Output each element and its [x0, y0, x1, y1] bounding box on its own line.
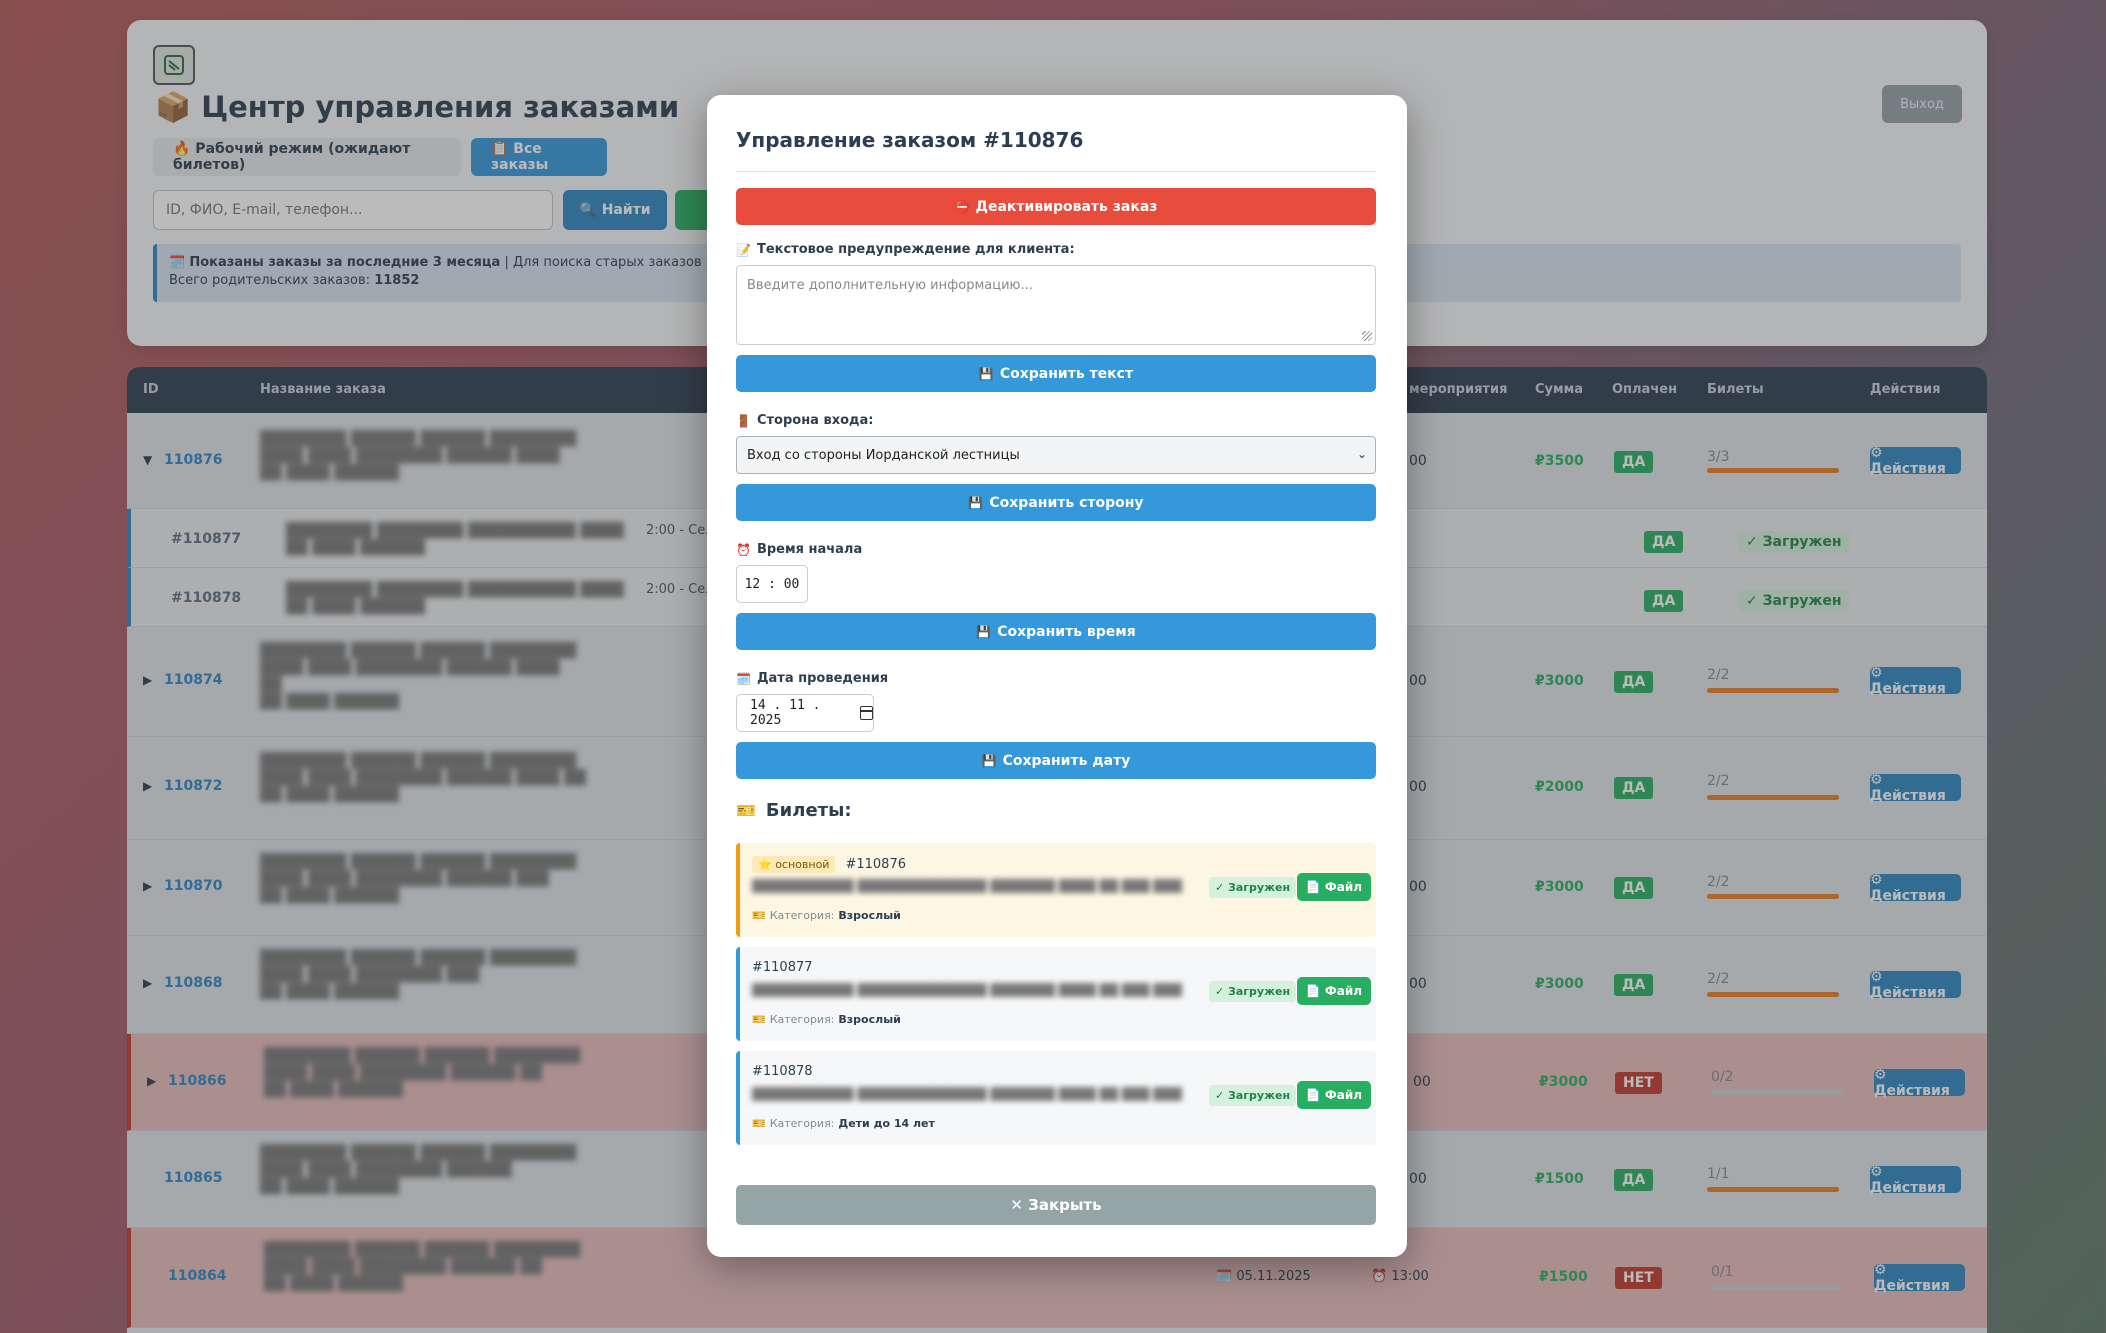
ticket-card: ⭐ основной #110876 ███████████ █████████… [736, 843, 1376, 937]
ticket-category: 🎫 Категория: Дети до 14 лет [752, 1117, 935, 1130]
ticket-header: ⭐ основной #110876 [752, 856, 906, 873]
main-chip-label: основной [775, 858, 830, 871]
category-label: Категория: [769, 909, 835, 922]
tickets-section-title: 🎫 Билеты: [736, 800, 852, 821]
ticket-category: 🎫 Категория: Взрослый [752, 1013, 901, 1026]
ticket-icon: 🎫 [752, 1013, 766, 1026]
warning-placeholder: Введите дополнительную информацию... [747, 278, 1033, 293]
date-picker-icon[interactable] [860, 706, 873, 720]
save-time-label: Сохранить время [997, 623, 1136, 640]
deactivate-order-button[interactable]: ⛔ Деактивировать заказ [736, 188, 1376, 225]
side-field-label: 🚪 Сторона входа: [736, 413, 874, 428]
entrance-side-value: Вход со стороны Иорданской лестницы [747, 447, 1020, 463]
alarm-clock-icon: ⏰ [736, 542, 751, 557]
modal-divider [736, 171, 1376, 172]
file-button[interactable]: 📄 Файл [1297, 1081, 1371, 1109]
ticket-number: #110877 [752, 960, 813, 975]
ticket-number: #110876 [845, 857, 906, 872]
door-icon: 🚪 [736, 413, 751, 428]
modal-title: Управление заказом #110876 [736, 128, 1084, 152]
save-text-button[interactable]: 💾 Сохранить текст [736, 355, 1376, 392]
chevron-down-icon: ⌄ [1356, 447, 1367, 461]
date-label-text: Дата проведения [756, 671, 889, 686]
ticket-icon: 🎫 [752, 1117, 766, 1130]
file-button[interactable]: 📄 Файл [1297, 873, 1371, 901]
ticket-description-blurred: ███████████ ██████████████ ███████ ████ … [752, 983, 1182, 997]
close-modal-button[interactable]: ✕ Закрыть [736, 1185, 1376, 1225]
ticket-number: #110878 [752, 1064, 813, 1079]
category-label: Категория: [769, 1117, 835, 1130]
save-date-button[interactable]: 💾 Сохранить дату [736, 742, 1376, 779]
ticket-card: #110878 ███████████ ██████████████ █████… [736, 1051, 1376, 1145]
event-date-value: 14 . 11 . 2025 [750, 698, 821, 728]
calendar-icon: 🗓️ [736, 671, 751, 686]
star-icon: ⭐ [758, 858, 772, 871]
save-side-button[interactable]: 💾 Сохранить сторону [736, 484, 1376, 521]
start-time-value: 12 : 00 [744, 576, 800, 592]
file-button[interactable]: 📄 Файл [1297, 977, 1371, 1005]
ticket-icon: 🎫 [736, 801, 756, 820]
loaded-chip: ✓ Загружен [1209, 877, 1297, 898]
ticket-description-blurred: ███████████ ██████████████ ███████ ████ … [752, 879, 1182, 893]
file-icon: 📄 [1305, 984, 1321, 998]
order-management-modal: Управление заказом #110876 ⛔ Деактивиров… [707, 95, 1407, 1257]
floppy-disk-icon: 💾 [981, 753, 997, 768]
start-time-input[interactable]: 12 : 00 [736, 565, 808, 603]
category-value: Взрослый [838, 909, 901, 922]
warning-field-label: 📝 Текстовое предупреждение для клиента: [736, 242, 1075, 257]
event-date-input[interactable]: 14 . 11 . 2025 [736, 694, 874, 732]
loaded-chip: ✓ Загружен [1209, 981, 1297, 1002]
save-side-label: Сохранить сторону [989, 494, 1144, 511]
ticket-header: #110878 [752, 1064, 813, 1079]
warning-label-text: Текстовое предупреждение для клиента: [756, 242, 1075, 257]
main-ticket-chip: ⭐ основной [752, 856, 836, 873]
loaded-chip: ✓ Загружен [1209, 1085, 1297, 1106]
save-time-button[interactable]: 💾 Сохранить время [736, 613, 1376, 650]
floppy-disk-icon: 💾 [968, 495, 984, 510]
floppy-disk-icon: 💾 [976, 624, 992, 639]
ticket-icon: 🎫 [752, 909, 766, 922]
file-icon: 📄 [1305, 880, 1321, 894]
floppy-disk-icon: 💾 [978, 366, 994, 381]
warning-textarea[interactable]: Введите дополнительную информацию... [736, 265, 1376, 345]
category-value: Взрослый [838, 1013, 901, 1026]
time-field-label: ⏰ Время начала [736, 542, 862, 557]
resize-grip-icon[interactable] [1362, 331, 1372, 341]
category-value: Дети до 14 лет [838, 1117, 935, 1130]
file-label: Файл [1324, 880, 1363, 894]
save-date-label: Сохранить дату [1002, 752, 1131, 769]
entrance-side-select[interactable]: Вход со стороны Иорданской лестницы ⌄ [736, 436, 1376, 474]
ticket-description-blurred: ███████████ ██████████████ ███████ ████ … [752, 1087, 1182, 1101]
date-field-label: 🗓️ Дата проведения [736, 671, 888, 686]
memo-icon: 📝 [736, 242, 751, 257]
ticket-category: 🎫 Категория: Взрослый [752, 909, 901, 922]
category-label: Категория: [769, 1013, 835, 1026]
deactivate-label: Деактивировать заказ [975, 198, 1158, 215]
file-label: Файл [1324, 984, 1363, 998]
ticket-card: #110877 ███████████ ██████████████ █████… [736, 947, 1376, 1041]
save-text-label: Сохранить текст [999, 365, 1134, 382]
ticket-header: #110877 [752, 960, 813, 975]
no-entry-icon: ⛔ [954, 199, 970, 214]
file-label: Файл [1324, 1088, 1363, 1102]
time-label-text: Время начала [756, 542, 863, 557]
tickets-title-text: Билеты: [765, 800, 852, 821]
side-label-text: Сторона входа: [756, 413, 874, 428]
file-icon: 📄 [1305, 1088, 1321, 1102]
